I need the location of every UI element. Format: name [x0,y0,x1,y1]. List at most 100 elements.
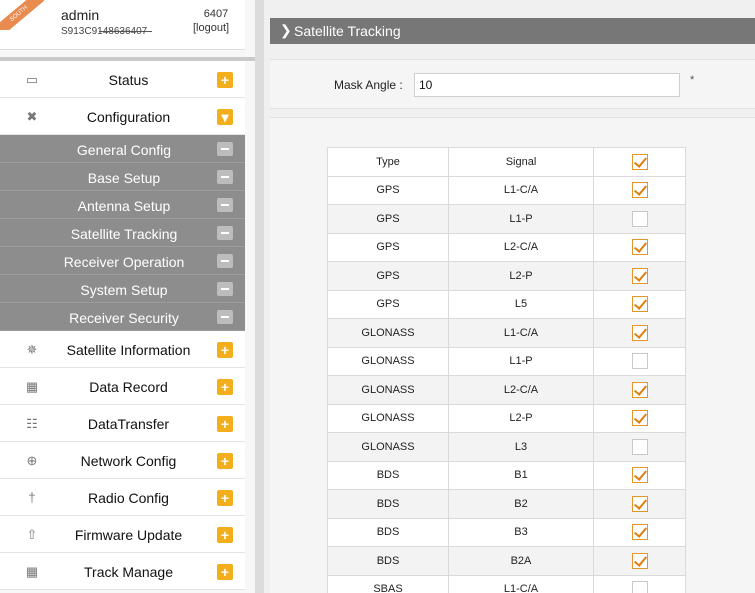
table-row: GLONASS L3 [327,432,686,462]
sidebar-item-label: Track Manage [84,564,173,580]
expand-plus-icon[interactable]: + [217,453,233,469]
expand-plus-icon[interactable]: + [217,564,233,580]
expand-plus-icon[interactable]: + [217,527,233,543]
signal-checkbox[interactable] [631,552,648,569]
expand-plus-icon[interactable]: + [217,490,233,506]
expand-plus-icon[interactable]: + [217,416,233,432]
serial-strike [99,31,152,32]
select-all-checkbox[interactable] [631,153,648,170]
panel-divider[interactable] [255,0,264,593]
device-id: 6407 [203,8,229,20]
expand-plus-icon[interactable]: + [217,379,233,395]
main-content: ❯ Satellite Tracking Mask Angle : * Type… [264,0,755,593]
minus-icon [217,254,233,268]
globe-icon: ⊕ [26,453,38,468]
logout-link[interactable]: [logout] [193,22,229,34]
mask-angle-label: Mask Angle : [334,78,403,92]
calendar-icon: ▦ [25,379,39,394]
submenu-item-antenna-setup[interactable]: Antenna Setup [0,191,245,219]
table-row: BDS B1 [327,460,686,490]
sidebar-nav: ▭ Status + ✖ Configuration ▾ General Config Bas… [0,61,245,590]
collapse-icon[interactable]: ▾ [217,109,233,125]
submenu-item-receiver-security[interactable]: Receiver Security [0,303,245,331]
sidebar-item-configuration[interactable]: ✖ Configuration ▾ [0,98,245,135]
cell-enabled [593,460,686,490]
sidebar-item-satellite-information[interactable]: ✵ Satellite Information + [0,331,245,368]
signal-checkbox[interactable] [631,410,648,427]
signal-table: Type Signal GPS L1-C/A GPS L1-P GPS L2-C/A GPS… [327,147,686,593]
signal-checkbox[interactable] [631,581,648,593]
signal-checkbox[interactable] [631,239,648,256]
submenu-item-label: System Setup [80,282,168,298]
table-row: BDS B3 [327,517,686,547]
submenu-item-system-setup[interactable]: System Setup [0,275,245,303]
signal-checkbox[interactable] [631,495,648,512]
cell-signal: L2-C/A [448,375,594,405]
cell-signal: B3 [448,517,594,547]
signal-checkbox[interactable] [631,182,648,199]
satellite-icon: ✵ [26,342,38,357]
cell-type: GLONASS [327,318,449,348]
calendar-icon: ▦ [25,564,39,579]
tools-icon: ✖ [26,109,38,124]
signal-checkbox[interactable] [631,353,648,370]
mask-angle-panel: Mask Angle : * [270,59,755,109]
cell-enabled [593,517,686,547]
signal-checkbox[interactable] [631,267,648,284]
cell-enabled [593,261,686,291]
cell-signal: B2 [448,489,594,519]
signal-checkbox[interactable] [631,467,648,484]
table-row: GPS L2-P [327,261,686,291]
cell-type: GPS [327,175,449,205]
signal-checkbox[interactable] [631,324,648,341]
sidebar-item-radio-config[interactable]: † Radio Config + [0,479,245,516]
cell-signal: L1-C/A [448,574,594,593]
cell-enabled [593,375,686,405]
cell-type: BDS [327,460,449,490]
sidebar: SOUTH admin S913C9148636407 6407 [logout… [0,0,255,593]
signal-checkbox[interactable] [631,524,648,541]
submenu-item-satellite-tracking[interactable]: Satellite Tracking [0,219,245,247]
sidebar-item-network-config[interactable]: ⊕ Network Config + [0,442,245,479]
submenu-item-receiver-operation[interactable]: Receiver Operation [0,247,245,275]
signal-checkbox[interactable] [631,296,648,313]
cell-enabled [593,318,686,348]
submenu-item-general-config[interactable]: General Config [0,135,245,163]
cell-signal: L3 [448,432,594,462]
cell-type: GPS [327,261,449,291]
table-header-row: Type Signal [327,147,686,177]
table-row: GPS L2-C/A [327,232,686,262]
minus-icon [217,282,233,296]
cell-enabled [593,489,686,519]
signal-checkbox[interactable] [631,210,648,227]
antenna-icon: † [28,490,36,505]
table-row: GPS L1-P [327,204,686,234]
minus-icon [217,170,233,184]
sidebar-item-firmware-update[interactable]: ⇧ Firmware Update + [0,516,245,553]
sidebar-item-label: Status [108,72,149,88]
chevron-right-icon: ❯ [280,22,292,38]
submenu-item-base-setup[interactable]: Base Setup [0,163,245,191]
sidebar-item-data-record[interactable]: ▦ Data Record + [0,368,245,405]
cell-type: BDS [327,546,449,576]
sidebar-item-track-manage[interactable]: ▦ Track Manage + [0,553,245,590]
signal-table-body: GPS L1-C/A GPS L1-P GPS L2-C/A GPS L2-P GPS L5 GLO… [327,175,686,593]
signal-checkbox[interactable] [631,438,648,455]
cell-type: SBAS [327,574,449,593]
expand-plus-icon[interactable]: + [217,342,233,358]
column-header-signal: Signal [448,147,594,177]
table-row: GLONASS L1-P [327,346,686,376]
signal-checkbox[interactable] [631,381,648,398]
cell-type: GPS [327,204,449,234]
mask-angle-input[interactable] [414,73,680,97]
cell-enabled [593,346,686,376]
table-row: GPS L1-C/A [327,175,686,205]
user-name: admin [61,7,100,23]
sidebar-item-status[interactable]: ▭ Status + [0,61,245,98]
cell-type: GLONASS [327,432,449,462]
expand-plus-icon[interactable]: + [217,72,233,88]
cell-enabled [593,289,686,319]
user-panel: SOUTH admin S913C9148636407 6407 [logout… [0,0,245,50]
sidebar-item-datatransfer[interactable]: ☷ DataTransfer + [0,405,245,442]
monitor-icon: ▭ [25,72,39,87]
